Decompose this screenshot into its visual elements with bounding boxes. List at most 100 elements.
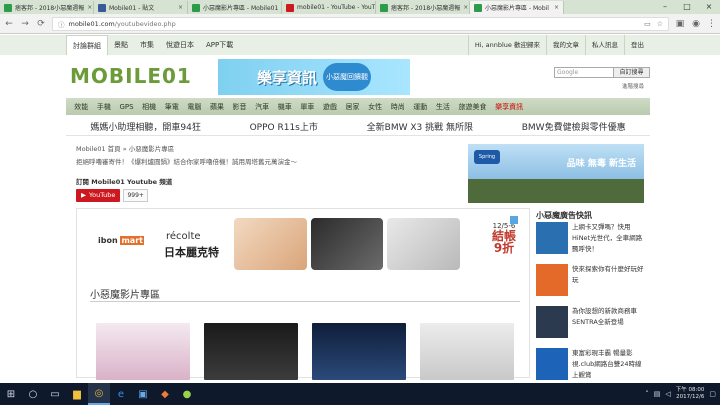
category-nav-item[interactable]: 運動 <box>409 102 432 112</box>
sidebar-ad-image <box>536 264 568 296</box>
logout-link[interactable]: 登出 <box>624 35 650 55</box>
browser-tab[interactable]: 小惡魔影片專區 - Mobil × <box>470 1 564 14</box>
sidebar-ad-item[interactable]: 快來探索你有什麼好玩好玩 <box>536 264 646 304</box>
tab-close-icon[interactable]: × <box>87 4 92 11</box>
site-tab-japan[interactable]: 悅遊日本 <box>160 35 200 55</box>
network-icon[interactable]: ▤ <box>654 390 661 398</box>
bookmark-star-icon[interactable]: ☆ <box>657 20 663 28</box>
category-nav-item[interactable]: GPS <box>115 103 138 111</box>
category-nav-item[interactable]: 樂享資訊 <box>491 102 528 112</box>
address-host: mobile01.com <box>68 19 115 28</box>
header-banner-ad[interactable]: 樂享資訊 小惡魔回饋觀 <box>218 59 410 95</box>
youtube-subscribe-button[interactable]: ▶ YouTube <box>76 189 121 202</box>
mobile01-logo[interactable]: MOBILE01 <box>70 62 202 90</box>
video-thumbnail[interactable] <box>96 323 190 380</box>
taskbar-clock[interactable]: 下午 08:00 2017/12/6 <box>676 387 705 401</box>
category-nav-item[interactable]: 居家 <box>341 102 364 112</box>
browser-tab[interactable]: mobile01 - YouTube - YouTu× <box>282 1 376 14</box>
address-bar[interactable]: ⓘ mobile01.com /youtubevideo.php ▭ ☆ <box>52 16 669 31</box>
category-nav-item[interactable]: 筆電 <box>160 102 183 112</box>
search-input[interactable]: Google <box>554 67 614 78</box>
category-nav-item[interactable]: 手機 <box>93 102 116 112</box>
info-icon[interactable]: ⓘ <box>58 19 65 29</box>
notification-icon[interactable]: ▢ <box>709 390 716 398</box>
minimize-button[interactable]: – <box>654 0 676 14</box>
sidebar-ad-image <box>536 348 568 380</box>
category-nav-item[interactable]: 影音 <box>228 102 251 112</box>
forward-arrow-icon[interactable]: → <box>20 19 30 29</box>
file-explorer-icon[interactable]: ▆ <box>66 383 88 405</box>
back-arrow-icon[interactable]: ← <box>4 19 14 29</box>
site-top-bar: 討論群組 景點 市集 悅遊日本 APP下載 Hi, annblue 歡迎歸來 我… <box>0 35 720 55</box>
sidebar-ad-image <box>536 306 568 338</box>
site-search: Google 自訂搜尋 <box>554 67 650 78</box>
chrome-menu-icon[interactable]: ⋮ <box>707 19 716 29</box>
category-nav-item[interactable]: 女性 <box>364 102 387 112</box>
tab-close-icon[interactable]: × <box>178 4 183 11</box>
system-tray: ˄ ▤ ◁ 下午 08:00 2017/12/6 ▢ <box>645 387 720 401</box>
app-icon[interactable]: ▣ <box>132 383 154 405</box>
video-thumbnail[interactable] <box>312 323 406 380</box>
my-posts-link[interactable]: 我的文章 <box>546 35 585 55</box>
promo-link[interactable]: OPPO R11s上市 <box>250 120 318 133</box>
browser-tab[interactable]: 小惡魔影片專區 - Mobile01× <box>188 1 282 14</box>
promo-link[interactable]: 媽媽小助理相聽，開車94狂 <box>90 120 200 133</box>
extension-icon-2[interactable]: ◉ <box>691 19 701 29</box>
adchoices-icon[interactable] <box>510 216 518 224</box>
sidebar-ad-item[interactable]: 上網卡又彈嗎？快用HiNet光世代，全車網路飄呼快！ <box>536 222 646 262</box>
browser-tab[interactable]: Mobile01 - 貼文 × <box>94 1 188 14</box>
screenshot-icon[interactable]: ▭ <box>644 20 651 28</box>
category-nav-item[interactable]: 生活 <box>432 102 455 112</box>
category-nav-item[interactable]: 機車 <box>273 102 296 112</box>
category-nav-item[interactable]: 蘋果 <box>206 102 229 112</box>
sidebar-ad-item[interactable]: 東富彩現丰霸 暢量影視.club網路台雙24時線上觀賞 <box>536 348 646 388</box>
category-nav: 效能 手機 GPS 相機 筆電 電腦 蘋果 影音 汽車 機車 單車 遊戲 居家 女性 時尚 運動 生活 旅遊美食樂… <box>66 98 650 115</box>
tab-title: 痞客邦 - 2018小惡魔週報 <box>391 5 461 12</box>
recolte-ad-banner[interactable]: ibon mart récolte 日本麗克特 12/5-6 結帳 9折 <box>88 216 518 272</box>
private-messages-link[interactable]: 私人訊息 <box>585 35 624 55</box>
video-thumbnail[interactable] <box>420 323 514 380</box>
browser-tab[interactable]: 痞客邦 - 2018小惡魔週報 × <box>0 1 94 14</box>
category-nav-item[interactable]: 遊戲 <box>319 102 342 112</box>
search-button[interactable]: 自訂搜尋 <box>614 67 650 78</box>
browser-toolbar: ← → ⟳ ⓘ mobile01.com /youtubevideo.php ▭… <box>0 14 720 34</box>
volume-icon[interactable]: ◁ <box>665 390 670 398</box>
close-button[interactable]: × <box>698 0 720 14</box>
tab-close-icon[interactable]: × <box>463 4 468 11</box>
reload-icon[interactable]: ⟳ <box>36 19 46 29</box>
task-view-icon[interactable]: ▭ <box>44 383 66 405</box>
user-greeting-menu[interactable]: Hi, annblue 歡迎歸來 <box>467 35 546 55</box>
sidebar-ad-text: 快來探索你有什麼好玩好玩 <box>572 265 644 284</box>
app-icon-3[interactable]: ● <box>176 383 198 405</box>
chrome-taskbar-icon[interactable]: ◎ <box>88 383 110 405</box>
promo-link[interactable]: 全新BMW X3 挑戰 無所限 <box>367 120 473 133</box>
site-tab-spots[interactable]: 景點 <box>108 35 134 55</box>
site-tab-market[interactable]: 市集 <box>134 35 160 55</box>
breadcrumb[interactable]: Mobile01 首頁 » 小惡魔影片專區 <box>76 143 174 153</box>
search-icon[interactable]: ○ <box>22 383 44 405</box>
category-nav-item[interactable]: 效能 <box>70 102 93 112</box>
sidebar-ad-item[interactable]: 為你設想的新款商務車 SENTRA全新登場 <box>536 306 646 346</box>
site-tab-app[interactable]: APP下載 <box>200 35 239 55</box>
site-tab-forum[interactable]: 討論群組 <box>66 35 108 55</box>
tray-expand-icon[interactable]: ˄ <box>645 390 649 398</box>
windows-start-icon[interactable]: ⊞ <box>0 383 22 405</box>
promo-link[interactable]: BMW免費健檢與零件優惠 <box>522 120 626 133</box>
category-nav-item[interactable]: 時尚 <box>386 102 409 112</box>
right-top-ad[interactable]: Spring 品味 無毒 新生活 <box>468 144 644 203</box>
edge-icon[interactable]: e <box>110 383 132 405</box>
extension-icon[interactable]: ▣ <box>675 19 685 29</box>
video-thumbnail[interactable] <box>204 323 298 380</box>
category-nav-item[interactable]: 相機 <box>138 102 161 112</box>
page-subtitle[interactable]: 拒絕呼嚕審寄件！《爆利爐圓鍋》結合你家呼嚕倍機！誠用周塔舊元萬演金～ <box>76 156 297 166</box>
advanced-search-link[interactable]: 進階搜尋 <box>622 82 644 90</box>
category-nav-item[interactable]: 單車 <box>296 102 319 112</box>
category-nav-item[interactable]: 汽車 <box>251 102 274 112</box>
app-icon-2[interactable]: ◆ <box>154 383 176 405</box>
category-nav-item[interactable]: 電腦 <box>183 102 206 112</box>
browser-tab[interactable]: 痞客邦 - 2018小惡魔週報 × <box>376 1 470 14</box>
maximize-button[interactable]: □ <box>676 0 698 14</box>
sidebar-ad-list: 上網卡又彈嗎？快用HiNet光世代，全車網路飄呼快！ 快來探索你有什麼好玩好玩為你… <box>536 222 646 390</box>
tab-close-icon[interactable]: × <box>554 4 559 11</box>
category-nav-item[interactable]: 旅遊美食 <box>454 102 491 112</box>
